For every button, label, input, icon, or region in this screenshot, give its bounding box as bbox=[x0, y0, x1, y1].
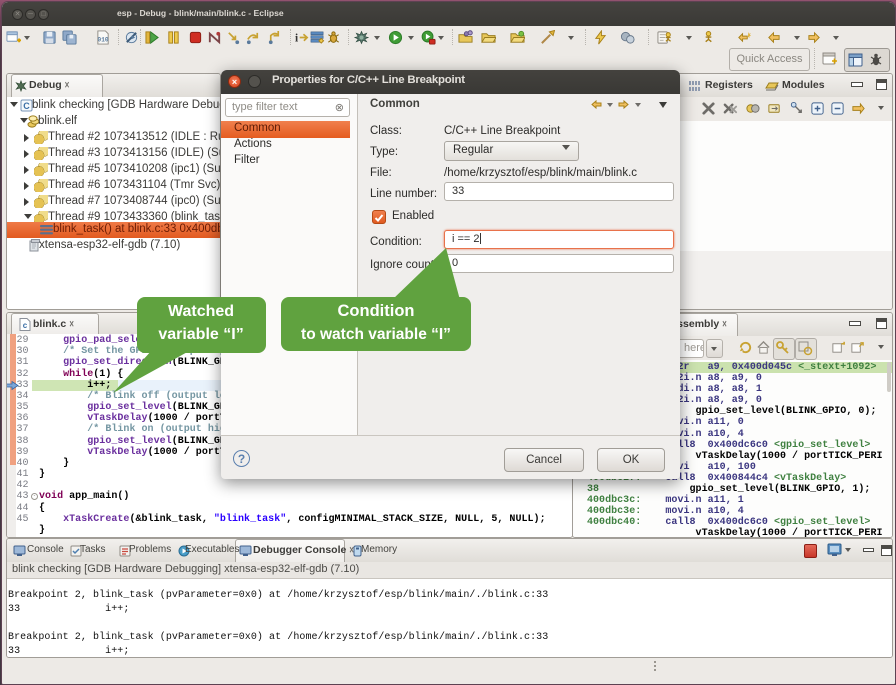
svg-text:010: 010 bbox=[98, 36, 109, 43]
svg-text:i: i bbox=[295, 32, 298, 44]
svg-text:c: c bbox=[23, 321, 28, 330]
svg-text:C: C bbox=[23, 101, 30, 111]
